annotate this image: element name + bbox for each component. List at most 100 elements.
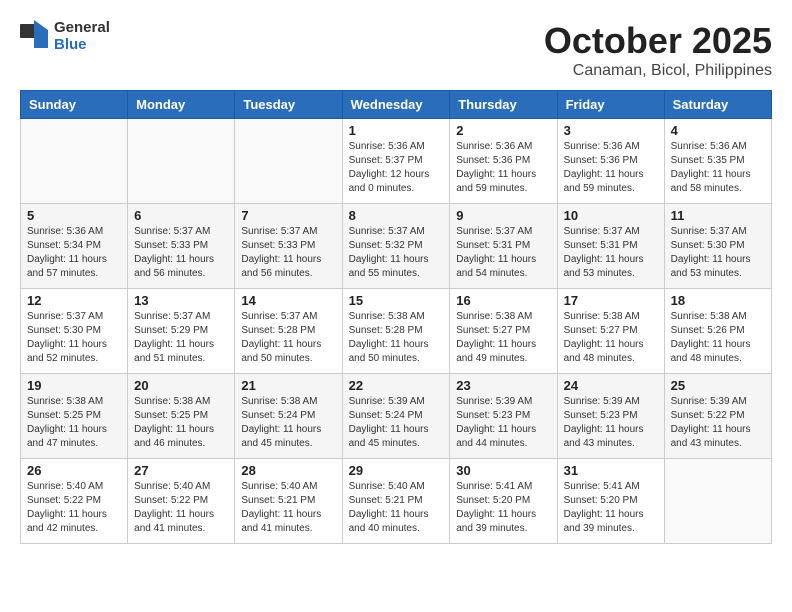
day-number: 18 bbox=[671, 293, 765, 308]
day-info: Sunrise: 5:41 AM Sunset: 5:20 PM Dayligh… bbox=[564, 480, 658, 536]
day-info: Sunrise: 5:37 AM Sunset: 5:31 PM Dayligh… bbox=[456, 225, 550, 281]
calendar-table: SundayMondayTuesdayWednesdayThursdayFrid… bbox=[20, 90, 772, 544]
day-info: Sunrise: 5:36 AM Sunset: 5:36 PM Dayligh… bbox=[456, 140, 550, 196]
calendar-cell: 22Sunrise: 5:39 AM Sunset: 5:24 PM Dayli… bbox=[342, 374, 450, 459]
weekday-header: Tuesday bbox=[235, 91, 342, 119]
day-number: 27 bbox=[134, 463, 228, 478]
logo-icon bbox=[20, 20, 50, 48]
weekday-header: Saturday bbox=[664, 91, 771, 119]
calendar-cell: 29 Sunrise: 5:40 AM Sunset: 5:21 PM Dayli… bbox=[342, 459, 450, 544]
day-number: 19 bbox=[27, 378, 121, 393]
calendar-cell: 25 Sunrise: 5:39 AM Sunset: 5:22 PM Dayli… bbox=[664, 374, 771, 459]
calendar-cell: 6 Sunrise: 5:37 AM Sunset: 5:33 PM Daylig… bbox=[128, 204, 235, 289]
day-number: 9 bbox=[456, 208, 550, 223]
day-number: 24 bbox=[564, 378, 658, 393]
calendar-cell: 3Sunrise: 5:36 AM Sunset: 5:36 PM Daylig… bbox=[557, 119, 664, 204]
day-number: 23 bbox=[456, 378, 550, 393]
day-number: 21 bbox=[241, 378, 335, 393]
calendar-cell: 26 Sunrise: 5:40 AM Sunset: 5:22 PM Dayli… bbox=[21, 459, 128, 544]
day-number: 15 bbox=[349, 293, 444, 308]
calendar-cell: 15 Sunrise: 5:38 AM Sunset: 5:28 PM Dayli… bbox=[342, 289, 450, 374]
calendar-week-row: 26 Sunrise: 5:40 AM Sunset: 5:22 PM Dayli… bbox=[21, 459, 772, 544]
day-info: Sunrise: 5:36 AM Sunset: 5:37 PM Dayligh… bbox=[349, 140, 444, 196]
day-info: Sunrise: 5:37 AM Sunset: 5:33 PM Dayligh… bbox=[134, 225, 228, 281]
calendar-cell: 10Sunrise: 5:37 AM Sunset: 5:31 PM Dayli… bbox=[557, 204, 664, 289]
day-number: 31 bbox=[564, 463, 658, 478]
day-number: 28 bbox=[241, 463, 335, 478]
calendar-cell: 7Sunrise: 5:37 AM Sunset: 5:33 PM Daylig… bbox=[235, 204, 342, 289]
day-number: 7 bbox=[241, 208, 335, 223]
day-number: 20 bbox=[134, 378, 228, 393]
day-number: 4 bbox=[671, 123, 765, 138]
day-info: Sunrise: 5:40 AM Sunset: 5:22 PM Dayligh… bbox=[134, 480, 228, 536]
weekday-header: Sunday bbox=[21, 91, 128, 119]
calendar-cell: 27 Sunrise: 5:40 AM Sunset: 5:22 PM Dayli… bbox=[128, 459, 235, 544]
day-info: Sunrise: 5:38 AM Sunset: 5:25 PM Dayligh… bbox=[27, 395, 121, 451]
day-info: Sunrise: 5:39 AM Sunset: 5:24 PM Dayligh… bbox=[349, 395, 444, 451]
day-number: 13 bbox=[134, 293, 228, 308]
logo-general: General bbox=[54, 20, 110, 37]
day-info: Sunrise: 5:38 AM Sunset: 5:28 PM Dayligh… bbox=[349, 310, 444, 366]
day-number: 11 bbox=[671, 208, 765, 223]
day-info: Sunrise: 5:40 AM Sunset: 5:21 PM Dayligh… bbox=[241, 480, 335, 536]
calendar-cell: 30 Sunrise: 5:41 AM Sunset: 5:20 PM Dayli… bbox=[450, 459, 557, 544]
weekday-header: Friday bbox=[557, 91, 664, 119]
calendar-cell: 13Sunrise: 5:37 AM Sunset: 5:29 PM Dayli… bbox=[128, 289, 235, 374]
day-info: Sunrise: 5:38 AM Sunset: 5:27 PM Dayligh… bbox=[456, 310, 550, 366]
day-info: Sunrise: 5:38 AM Sunset: 5:25 PM Dayligh… bbox=[134, 395, 228, 451]
calendar-cell bbox=[664, 459, 771, 544]
day-info: Sunrise: 5:37 AM Sunset: 5:30 PM Dayligh… bbox=[671, 225, 765, 281]
location-subtitle: Canaman, Bicol, Philippines bbox=[544, 62, 772, 80]
day-info: Sunrise: 5:36 AM Sunset: 5:34 PM Dayligh… bbox=[27, 225, 121, 281]
logo: General Blue bbox=[20, 20, 110, 53]
calendar-cell: 12Sunrise: 5:37 AM Sunset: 5:30 PM Dayli… bbox=[21, 289, 128, 374]
calendar-cell: 5 Sunrise: 5:36 AM Sunset: 5:34 PM Daylig… bbox=[21, 204, 128, 289]
calendar-cell: 2Sunrise: 5:36 AM Sunset: 5:36 PM Daylig… bbox=[450, 119, 557, 204]
day-info: Sunrise: 5:38 AM Sunset: 5:27 PM Dayligh… bbox=[564, 310, 658, 366]
day-number: 8 bbox=[349, 208, 444, 223]
calendar-cell: 1Sunrise: 5:36 AM Sunset: 5:37 PM Daylig… bbox=[342, 119, 450, 204]
day-info: Sunrise: 5:37 AM Sunset: 5:32 PM Dayligh… bbox=[349, 225, 444, 281]
month-title: October 2025 bbox=[544, 20, 772, 62]
day-number: 5 bbox=[27, 208, 121, 223]
calendar-week-row: 5 Sunrise: 5:36 AM Sunset: 5:34 PM Daylig… bbox=[21, 204, 772, 289]
calendar-cell: 19 Sunrise: 5:38 AM Sunset: 5:25 PM Dayli… bbox=[21, 374, 128, 459]
day-number: 14 bbox=[241, 293, 335, 308]
day-number: 29 bbox=[349, 463, 444, 478]
page-header: General Blue October 2025 Canaman, Bicol… bbox=[20, 20, 772, 80]
day-number: 25 bbox=[671, 378, 765, 393]
day-number: 16 bbox=[456, 293, 550, 308]
day-info: Sunrise: 5:39 AM Sunset: 5:23 PM Dayligh… bbox=[564, 395, 658, 451]
day-info: Sunrise: 5:39 AM Sunset: 5:22 PM Dayligh… bbox=[671, 395, 765, 451]
calendar-cell: 23 Sunrise: 5:39 AM Sunset: 5:23 PM Dayli… bbox=[450, 374, 557, 459]
day-number: 6 bbox=[134, 208, 228, 223]
day-number: 26 bbox=[27, 463, 121, 478]
calendar-cell: 20 Sunrise: 5:38 AM Sunset: 5:25 PM Dayli… bbox=[128, 374, 235, 459]
weekday-header: Wednesday bbox=[342, 91, 450, 119]
calendar-cell: 18Sunrise: 5:38 AM Sunset: 5:26 PM Dayli… bbox=[664, 289, 771, 374]
weekday-header: Thursday bbox=[450, 91, 557, 119]
calendar-cell: 8 Sunrise: 5:37 AM Sunset: 5:32 PM Daylig… bbox=[342, 204, 450, 289]
logo-blue: Blue bbox=[54, 37, 110, 54]
calendar-cell: 11 Sunrise: 5:37 AM Sunset: 5:30 PM Dayli… bbox=[664, 204, 771, 289]
day-info: Sunrise: 5:41 AM Sunset: 5:20 PM Dayligh… bbox=[456, 480, 550, 536]
calendar-cell: 16 Sunrise: 5:38 AM Sunset: 5:27 PM Dayli… bbox=[450, 289, 557, 374]
day-info: Sunrise: 5:39 AM Sunset: 5:23 PM Dayligh… bbox=[456, 395, 550, 451]
calendar-week-row: 12Sunrise: 5:37 AM Sunset: 5:30 PM Dayli… bbox=[21, 289, 772, 374]
day-info: Sunrise: 5:40 AM Sunset: 5:21 PM Dayligh… bbox=[349, 480, 444, 536]
calendar-cell: 31 Sunrise: 5:41 AM Sunset: 5:20 PM Dayli… bbox=[557, 459, 664, 544]
title-section: October 2025 Canaman, Bicol, Philippines bbox=[544, 20, 772, 80]
calendar-cell: 9 Sunrise: 5:37 AM Sunset: 5:31 PM Daylig… bbox=[450, 204, 557, 289]
calendar-cell: 14 Sunrise: 5:37 AM Sunset: 5:28 PM Dayli… bbox=[235, 289, 342, 374]
calendar-cell: 28 Sunrise: 5:40 AM Sunset: 5:21 PM Dayli… bbox=[235, 459, 342, 544]
calendar-week-row: 19 Sunrise: 5:38 AM Sunset: 5:25 PM Dayli… bbox=[21, 374, 772, 459]
day-info: Sunrise: 5:36 AM Sunset: 5:35 PM Dayligh… bbox=[671, 140, 765, 196]
weekday-header-row: SundayMondayTuesdayWednesdayThursdayFrid… bbox=[21, 91, 772, 119]
day-info: Sunrise: 5:37 AM Sunset: 5:30 PM Dayligh… bbox=[27, 310, 121, 366]
day-info: Sunrise: 5:40 AM Sunset: 5:22 PM Dayligh… bbox=[27, 480, 121, 536]
calendar-cell: 21Sunrise: 5:38 AM Sunset: 5:24 PM Dayli… bbox=[235, 374, 342, 459]
calendar-cell: 17Sunrise: 5:38 AM Sunset: 5:27 PM Dayli… bbox=[557, 289, 664, 374]
day-number: 30 bbox=[456, 463, 550, 478]
day-info: Sunrise: 5:37 AM Sunset: 5:28 PM Dayligh… bbox=[241, 310, 335, 366]
weekday-header: Monday bbox=[128, 91, 235, 119]
